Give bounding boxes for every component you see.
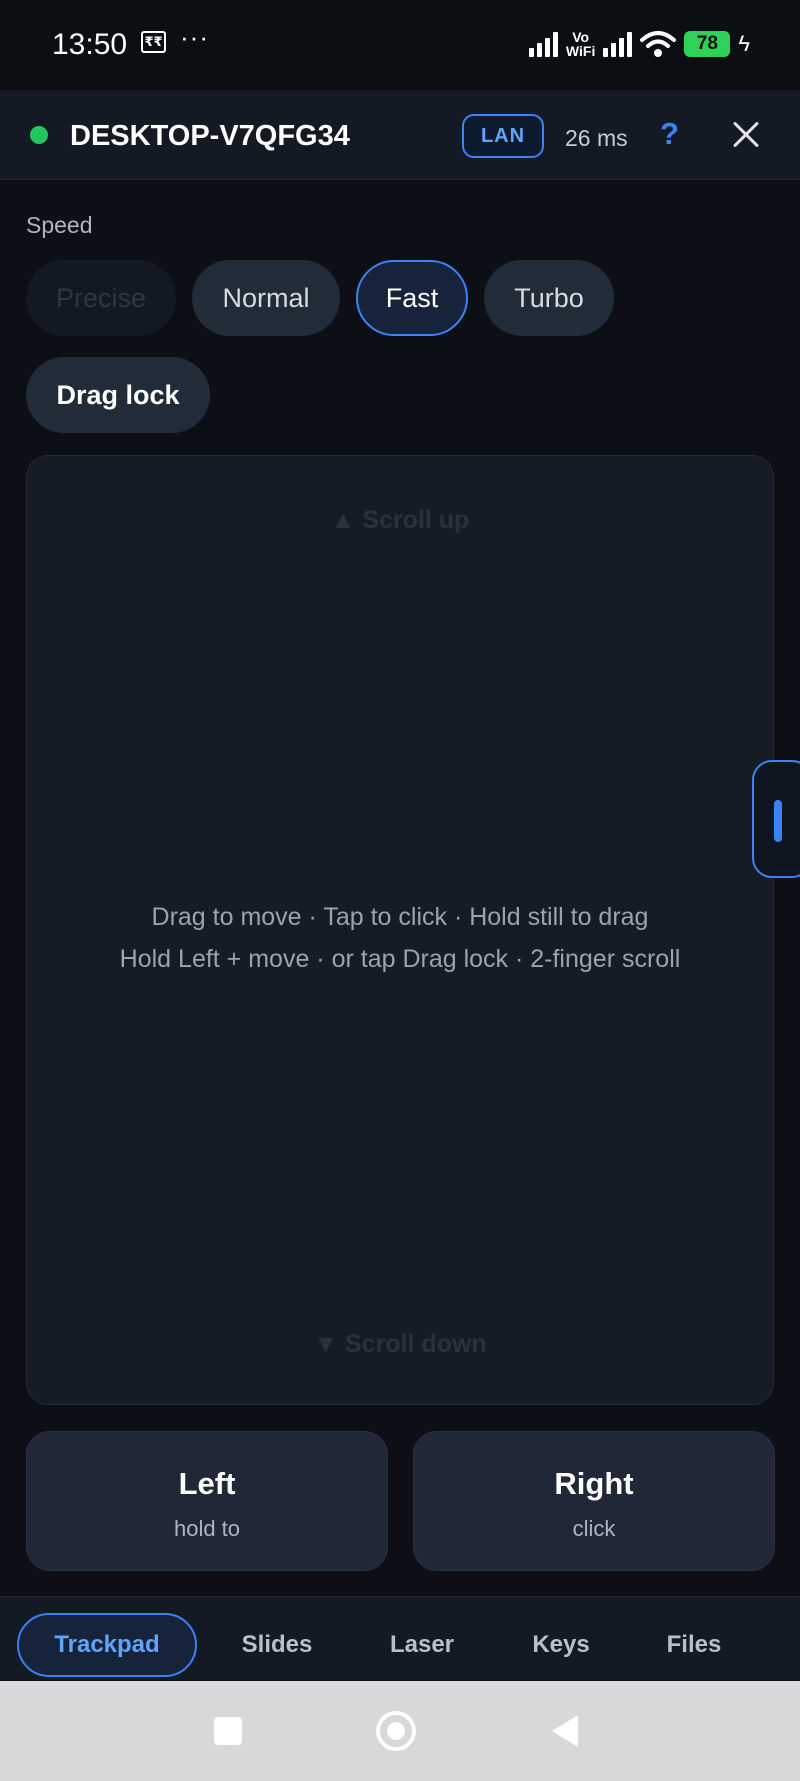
tab-keys[interactable]: Keys	[511, 1613, 611, 1677]
network-badge: LAN	[462, 114, 544, 158]
scroll-down-hint[interactable]: ▼ Scroll down	[27, 1330, 773, 1359]
status-bar: 13:50 ₹₹ ··· Vo WiFi 78 ϟ	[0, 0, 800, 90]
signal-icon	[528, 31, 558, 57]
close-icon[interactable]	[725, 112, 767, 158]
connection-header: DESKTOP-V7QFG34 LAN 26 ms ?	[0, 90, 800, 180]
tab-files[interactable]: Files	[644, 1613, 744, 1677]
handle-grip-icon	[774, 800, 782, 842]
more-notifications-icon: ···	[180, 22, 209, 52]
latency-readout: 26 ms	[565, 125, 628, 151]
tab-slides[interactable]: Slides	[222, 1613, 332, 1677]
wifi-icon	[640, 31, 677, 57]
device-name: DESKTOP-V7QFG34	[70, 120, 350, 152]
left-button-sub: hold to	[173, 1516, 241, 1541]
connection-status-icon	[30, 126, 48, 144]
side-panel-handle[interactable]	[752, 760, 800, 878]
status-icons: Vo WiFi 78 ϟ	[528, 26, 750, 62]
speed-option-fast[interactable]: Fast	[356, 260, 468, 336]
tab-trackpad[interactable]: Trackpad	[17, 1613, 197, 1677]
left-button-label: Left	[178, 1466, 236, 1501]
recents-square-icon[interactable]	[214, 1717, 242, 1745]
app-screen: 13:50 ₹₹ ··· Vo WiFi 78 ϟ DESKTOP-V7QFG3…	[0, 0, 800, 1781]
trackpad-instructions: Drag to move · Tap to click · Hold still…	[119, 903, 681, 973]
speed-label: Speed	[26, 212, 93, 238]
clock: 13:50	[52, 28, 128, 61]
back-triangle-icon[interactable]	[552, 1715, 578, 1747]
system-navigation-bar	[0, 1681, 800, 1781]
help-button[interactable]: ?	[660, 116, 679, 152]
drag-lock-button[interactable]: Drag lock	[26, 357, 210, 433]
speed-option-normal[interactable]: Normal	[192, 260, 340, 336]
speed-option-turbo[interactable]: Turbo	[484, 260, 614, 336]
left-click-button[interactable]: Left hold to	[26, 1431, 388, 1571]
charging-icon: ϟ	[738, 31, 750, 56]
scroll-up-hint[interactable]: ▲ Scroll up	[27, 506, 773, 535]
right-button-sub: click	[572, 1516, 616, 1541]
speed-option-precise[interactable]: Precise	[26, 260, 176, 336]
rupee-notification-icon: ₹₹	[141, 31, 166, 53]
vowifi-icon: Vo WiFi	[565, 29, 596, 59]
tab-laser[interactable]: Laser	[372, 1613, 472, 1677]
bottom-tab-bar: Trackpad Slides Laser Keys Files	[0, 1596, 800, 1680]
right-button-label: Right	[554, 1466, 634, 1501]
signal-icon-2	[603, 31, 633, 57]
trackpad-surface[interactable]: ▲ Scroll up Drag to move · Tap to click …	[26, 455, 774, 1405]
battery-icon: 78	[684, 31, 731, 57]
home-circle-icon[interactable]	[376, 1711, 416, 1751]
right-click-button[interactable]: Right click	[413, 1431, 775, 1571]
